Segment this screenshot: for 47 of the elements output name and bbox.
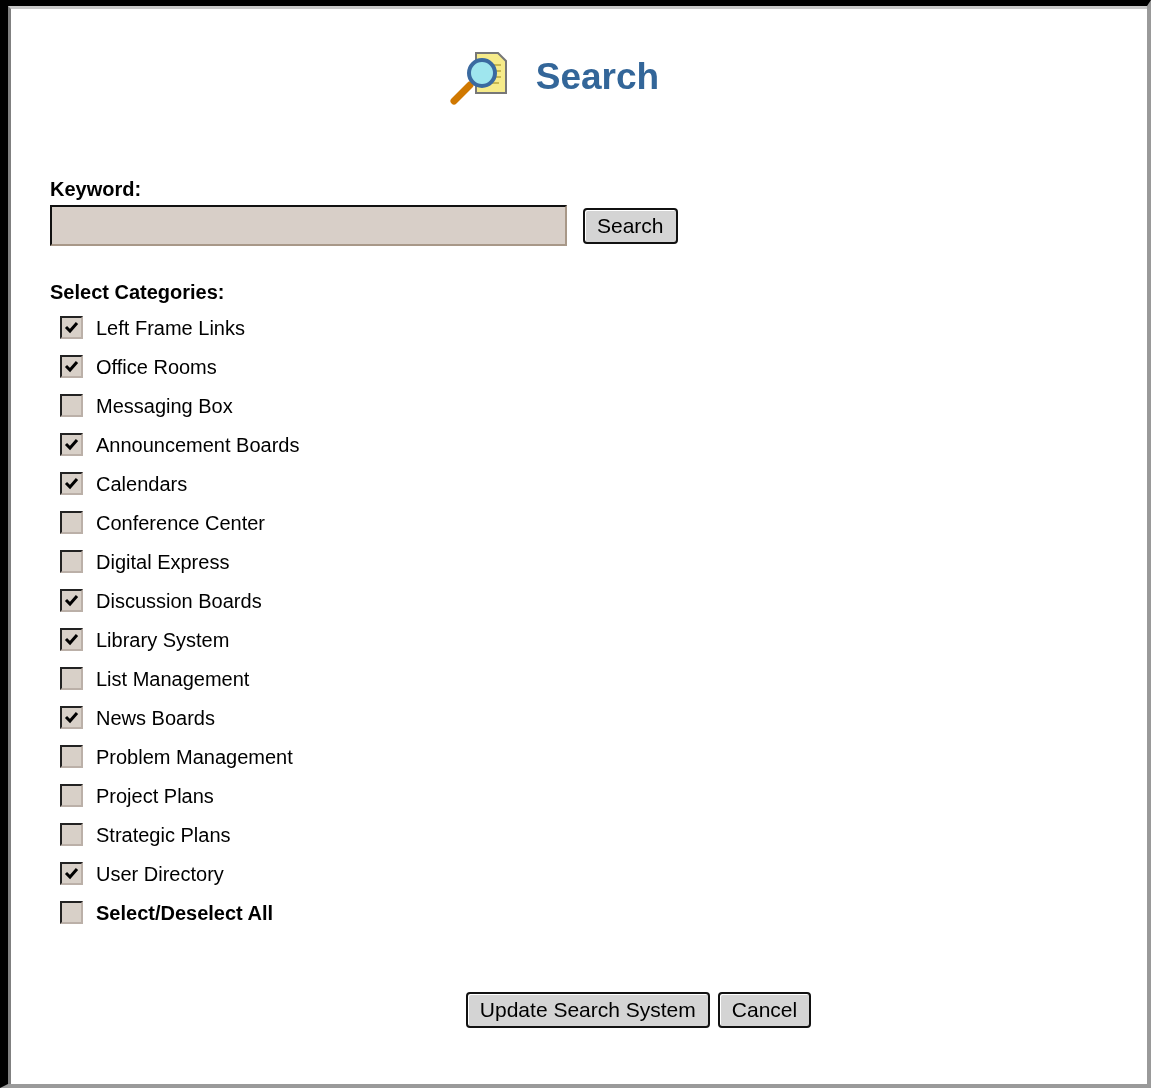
checkbox-label[interactable]: Messaging Box: [96, 390, 233, 421]
search-button[interactable]: Search: [583, 207, 678, 244]
keyword-field[interactable]: [50, 205, 567, 246]
checkbox[interactable]: [60, 901, 83, 924]
checkbox-label[interactable]: News Boards: [96, 702, 215, 733]
checkbox-label[interactable]: Announcement Boards: [96, 429, 300, 460]
checkbox[interactable]: [60, 784, 83, 807]
checkbox[interactable]: [60, 316, 83, 339]
checkbox-label[interactable]: Strategic Plans: [96, 819, 231, 850]
field-label: Keyword:: [50, 177, 143, 201]
check-icon: [64, 438, 79, 451]
check-icon: [64, 594, 79, 607]
checkbox[interactable]: [60, 667, 83, 690]
checkbox[interactable]: [60, 628, 83, 651]
checkbox[interactable]: [60, 745, 83, 768]
section-label: Select Categories:: [50, 280, 226, 304]
checkbox-label[interactable]: Office Rooms: [96, 351, 217, 382]
checkbox-label[interactable]: Project Plans: [96, 780, 214, 811]
checkbox[interactable]: [60, 355, 83, 378]
checkbox[interactable]: [60, 862, 83, 885]
check-icon: [64, 633, 79, 646]
checkbox[interactable]: [60, 823, 83, 846]
check-icon: [64, 867, 79, 880]
checkbox-label[interactable]: Problem Management: [96, 741, 293, 772]
checkbox[interactable]: [60, 550, 83, 573]
check-icon: [64, 321, 79, 334]
checkbox[interactable]: [60, 472, 83, 495]
checkbox-label[interactable]: User Directory: [96, 858, 224, 889]
checkbox-label[interactable]: Select/Deselect All: [96, 897, 274, 928]
checkbox-label[interactable]: Library System: [96, 624, 230, 655]
checkbox[interactable]: [60, 706, 83, 729]
checkbox[interactable]: [60, 589, 83, 612]
checkbox-label[interactable]: List Management: [96, 663, 250, 694]
checkbox-label[interactable]: Conference Center: [96, 507, 265, 538]
checkbox[interactable]: [60, 511, 83, 534]
checkbox-label[interactable]: Calendars: [96, 468, 188, 499]
checkbox-label[interactable]: Left Frame Links: [96, 312, 245, 343]
page-title: Search: [535, 55, 660, 99]
check-icon: [64, 711, 79, 724]
checkbox-label[interactable]: Digital Express: [96, 546, 230, 577]
check-icon: [64, 360, 79, 373]
check-icon: [64, 477, 79, 490]
checkbox[interactable]: [60, 433, 83, 456]
checkbox-label[interactable]: Discussion Boards: [96, 585, 262, 616]
update-button[interactable]: Update Search System: [465, 992, 710, 1028]
cancel-button[interactable]: Cancel: [717, 992, 812, 1028]
checkbox[interactable]: [60, 394, 83, 417]
